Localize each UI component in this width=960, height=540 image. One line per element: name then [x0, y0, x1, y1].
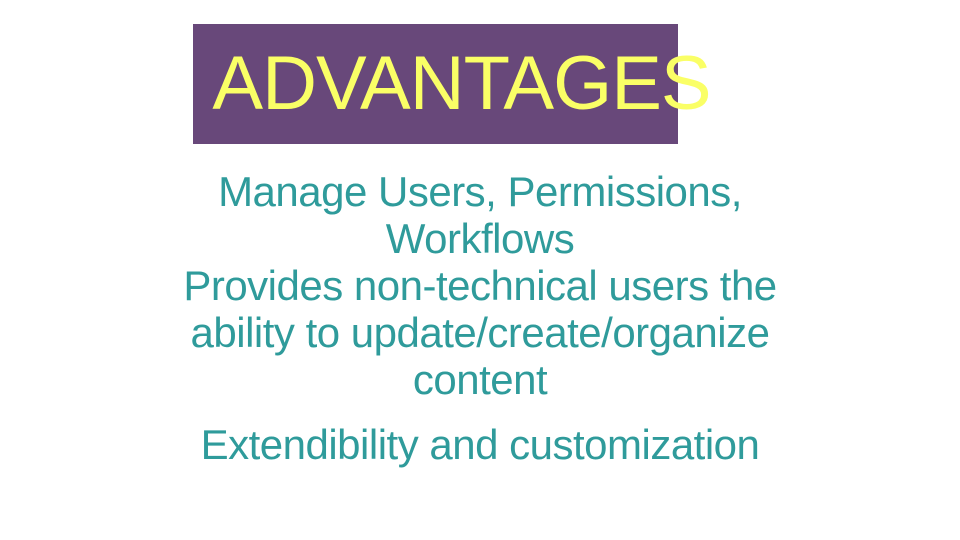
bullet-extendibility: Extendibility and customization: [155, 421, 805, 468]
bullet-non-technical: Provides non-technical users the ability…: [155, 262, 805, 403]
slide-title: ADVANTAGES: [212, 46, 710, 122]
bullet-manage-users: Manage Users, Permissions, Workflows: [155, 168, 805, 262]
body-text: Manage Users, Permissions, Workflows Pro…: [155, 168, 805, 468]
slide: ADVANTAGES Manage Users, Permissions, Wo…: [0, 0, 960, 540]
title-box: ADVANTAGES: [193, 24, 678, 144]
